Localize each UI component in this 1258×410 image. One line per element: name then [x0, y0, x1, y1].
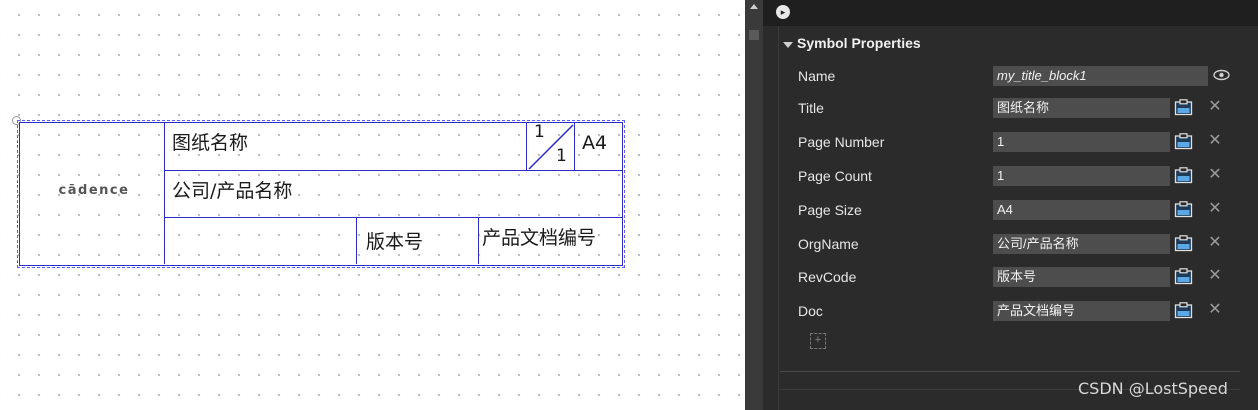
tb-divider — [356, 217, 357, 264]
clipboard-icon[interactable] — [1174, 302, 1193, 319]
page-number-field[interactable]: 1 — [993, 132, 1170, 152]
prop-row-page-number: Page Number 1 ✕ — [763, 128, 1258, 158]
close-icon[interactable]: ✕ — [1208, 167, 1222, 183]
rev-code-text: 版本号 — [366, 231, 424, 253]
prop-label: Page Count — [798, 168, 872, 184]
prop-label: Name — [798, 68, 836, 84]
drawing-name-text: 图纸名称 — [172, 132, 249, 154]
clipboard-icon[interactable] — [1174, 201, 1193, 218]
clipboard-icon[interactable] — [1174, 133, 1193, 150]
close-icon[interactable]: ✕ — [1208, 268, 1222, 284]
close-icon[interactable]: ✕ — [1208, 201, 1222, 217]
prop-label: RevCode — [798, 269, 857, 285]
prop-row-org-name: OrgName 公司/产品名称 ✕ — [763, 230, 1258, 260]
clipboard-icon[interactable] — [1174, 235, 1193, 252]
doc-field[interactable]: 产品文档编号 — [993, 301, 1170, 321]
schematic-canvas[interactable]: cādence 图纸名称 1 1 A4 公司/产品名称 版本号 产品文档编号 — [0, 0, 745, 410]
prop-label: Title — [798, 100, 824, 116]
prop-label: Page Number — [798, 134, 885, 150]
prop-row-title: Title 图纸名称 ✕ — [763, 94, 1258, 124]
panel-divider — [780, 371, 1240, 372]
page-number-text: 1 — [534, 122, 545, 142]
prop-label: OrgName — [798, 236, 859, 252]
scroll-up-icon[interactable] — [750, 4, 758, 9]
info-icon[interactable]: ▸ — [776, 5, 790, 19]
tb-divider — [164, 123, 165, 264]
page-size-field[interactable]: A4 — [993, 200, 1170, 220]
prop-row-page-size: Page Size A4 ✕ — [763, 196, 1258, 226]
properties-panel: ▸ Symbol Properties Name my_title_block1… — [763, 0, 1258, 410]
title-field[interactable]: 图纸名称 — [993, 98, 1170, 118]
add-property-icon[interactable]: + — [810, 333, 826, 349]
canvas-scrollbar[interactable] — [745, 0, 763, 410]
close-icon[interactable]: ✕ — [1208, 235, 1222, 251]
collapse-caret-icon[interactable] — [783, 42, 793, 48]
panel-header: ▸ — [763, 0, 1258, 26]
close-icon[interactable]: ✕ — [1208, 133, 1222, 149]
doc-number-text: 产品文档编号 — [482, 227, 597, 249]
eye-icon[interactable] — [1212, 68, 1231, 82]
org-name-text: 公司/产品名称 — [172, 180, 293, 202]
close-icon[interactable]: ✕ — [1208, 99, 1222, 115]
page-size-text: A4 — [582, 132, 608, 154]
close-icon[interactable]: ✕ — [1208, 302, 1222, 318]
tb-divider — [478, 217, 479, 264]
prop-label: Doc — [798, 303, 823, 319]
scroll-thumb[interactable] — [749, 30, 759, 40]
tb-divider — [165, 217, 622, 218]
cadence-logo: cādence — [58, 183, 130, 198]
clipboard-icon[interactable] — [1174, 99, 1193, 116]
prop-row-rev-code: RevCode 版本号 ✕ — [763, 263, 1258, 293]
clipboard-icon[interactable] — [1174, 268, 1193, 285]
prop-row-name: Name my_title_block1 — [763, 62, 1258, 92]
prop-row-doc: Doc 产品文档编号 ✕ — [763, 297, 1258, 327]
org-name-field[interactable]: 公司/产品名称 — [993, 234, 1170, 254]
watermark-text: CSDN @LostSpeed — [1078, 379, 1228, 398]
page-count-field[interactable]: 1 — [993, 166, 1170, 186]
page-count-text: 1 — [556, 146, 567, 166]
title-block-symbol[interactable]: cādence 图纸名称 1 1 A4 公司/产品名称 版本号 产品文档编号 — [17, 120, 625, 268]
rev-code-field[interactable]: 版本号 — [993, 267, 1170, 287]
section-title: Symbol Properties — [797, 35, 921, 51]
prop-label: Page Size — [798, 202, 862, 218]
name-field[interactable]: my_title_block1 — [993, 66, 1208, 86]
prop-row-page-count: Page Count 1 ✕ — [763, 162, 1258, 192]
clipboard-icon[interactable] — [1174, 167, 1193, 184]
